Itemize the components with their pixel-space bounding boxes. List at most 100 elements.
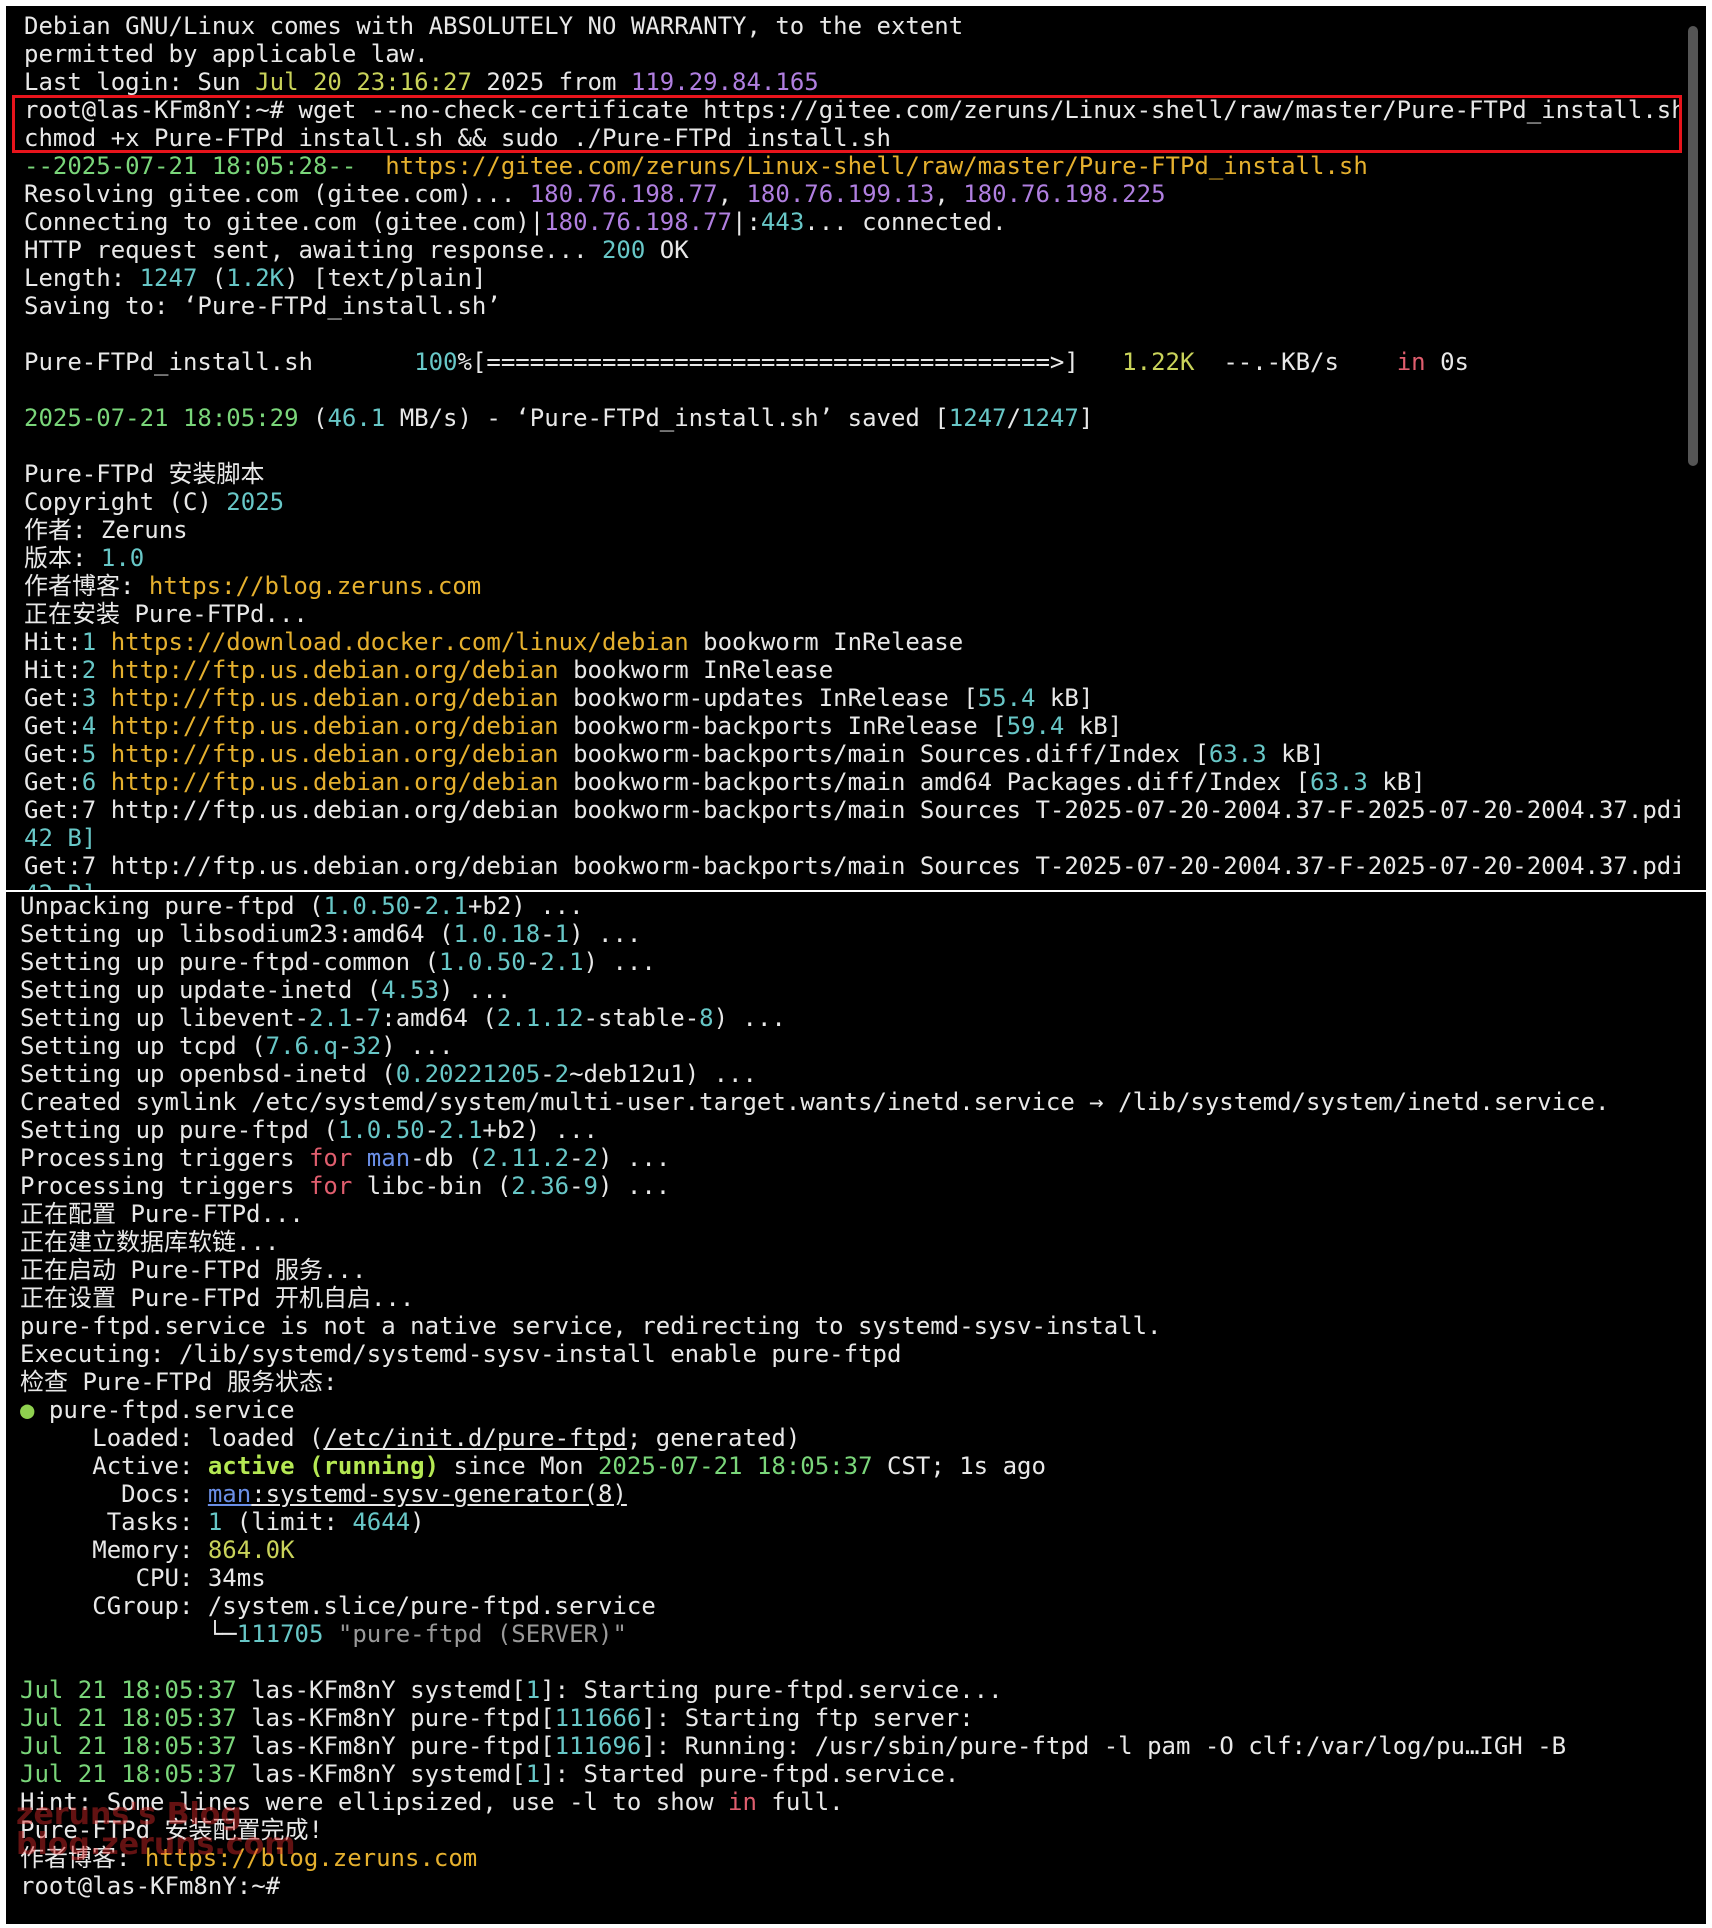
terminal-text: 正在安装 Pure-FTPd... (24, 600, 308, 628)
terminal-line: Debian GNU/Linux comes with ABSOLUTELY N… (24, 12, 1680, 40)
terminal-text: 版本: (24, 544, 101, 572)
terminal-text: 1.22K (1122, 348, 1195, 376)
terminal-text: Setting up update-inetd ( (20, 976, 382, 1004)
terminal-line: Length: 1247 (1.2K) [text/plain] (24, 264, 1680, 292)
terminal-text: in (728, 1788, 757, 1816)
terminal-line: Processing triggers for libc-bin (2.36-9… (20, 1172, 1680, 1200)
terminal-text: 1 (525, 1760, 541, 1788)
terminal-text: Tasks: (20, 1508, 208, 1536)
terminal-text: Jul 21 18:05:37 (20, 1760, 237, 1788)
terminal-line: Hit:2 http://ftp.us.debian.org/debian bo… (24, 656, 1680, 684)
terminal-line: Get:3 http://ftp.us.debian.org/debian bo… (24, 684, 1680, 712)
terminal-text: Pure-FTPd 安装配置完成! (20, 1816, 323, 1844)
terminal-text: /etc/init.d/pure-ftpd (323, 1424, 627, 1452)
terminal-text: 111666 (554, 1704, 642, 1732)
terminal-text: 32 (352, 1032, 382, 1060)
terminal-text: las-KFm8nY pure-ftpd[ (236, 1704, 555, 1732)
terminal-text: las-KFm8nY pure-ftpd[ (236, 1732, 555, 1760)
terminal-text: 7 (366, 1004, 382, 1032)
terminal-text: 作者博客: (24, 572, 149, 600)
terminal-scrollbar[interactable] (1688, 26, 1698, 466)
terminal-text: Copyright (C) (24, 488, 227, 516)
terminal-line: root@las-KFm8nY:~# (20, 1872, 1680, 1900)
terminal-text: --.-KB/s (1194, 348, 1397, 376)
terminal-text: 111696 (554, 1732, 642, 1760)
terminal-text: kB] (1035, 684, 1094, 712)
terminal-text: 2.1 (439, 1116, 483, 1144)
terminal-text: Active: (20, 1452, 208, 1480)
terminal-text: bookworm InRelease (688, 628, 964, 656)
terminal-text: +b2) ... (467, 892, 584, 920)
terminal-text: Get: (24, 768, 82, 796)
terminal-text: 2025 (226, 488, 285, 516)
terminal-text: ]: Starting pure-ftpd.service... (540, 1676, 1003, 1704)
terminal-text: 5 (81, 740, 97, 768)
terminal-text: ) ... (713, 1004, 786, 1032)
terminal-text: 1 (81, 628, 97, 656)
terminal-text: ) ... (583, 948, 656, 976)
terminal-text: 2.11.2 (482, 1144, 570, 1172)
terminal-text: - (410, 892, 425, 920)
terminal-text: kB] (1064, 712, 1123, 740)
terminal-text: Processing triggers (20, 1144, 309, 1172)
terminal-line: Setting up pure-ftpd-common (1.0.50-2.1)… (20, 948, 1680, 976)
terminal-line: Setting up tcpd (7.6.q-32) ... (20, 1032, 1680, 1060)
terminal-text: 1247 (948, 404, 1007, 432)
terminal-text: 6 (81, 768, 97, 796)
terminal-text: - (424, 1116, 440, 1144)
terminal-text: Memory: (20, 1536, 208, 1564)
terminal-line: Setting up libevent-2.1-7:amd64 (2.1.12-… (20, 1004, 1680, 1032)
terminal-text: kB] (1367, 768, 1426, 796)
command-highlight-box (12, 95, 1682, 153)
terminal-text: 1 (525, 1676, 541, 1704)
terminal-text: 9 (583, 1172, 598, 1200)
terminal-text: 180.76.198.77 (529, 180, 718, 208)
terminal-text: 2 (554, 1060, 570, 1088)
terminal-text: 4644 (352, 1508, 411, 1536)
terminal-text: from (558, 68, 617, 96)
terminal-line: Get:4 http://ftp.us.debian.org/debian bo… (24, 712, 1680, 740)
terminal-text: 63.3 (1310, 768, 1368, 796)
terminal-line: pure-ftpd.service is not a native servic… (20, 1312, 1680, 1340)
terminal-text: Processing triggers (20, 1172, 309, 1200)
terminal-line: Tasks: 1 (limit: 4644) (20, 1508, 1680, 1536)
terminal-line: 正在建立数据库软链... (20, 1228, 1680, 1256)
terminal-line: Loaded: loaded (/etc/init.d/pure-ftpd; g… (20, 1424, 1680, 1452)
terminal-line: Created symlink /etc/systemd/system/mult… (20, 1088, 1680, 1116)
terminal-text: - (569, 1144, 584, 1172)
terminal-text: 2025 (471, 68, 559, 96)
terminal-text: for (308, 1144, 353, 1172)
terminal-line: 正在设置 Pure-FTPd 开机自启... (20, 1284, 1680, 1312)
terminal-text: 46.1 (327, 404, 386, 432)
terminal-line: Get:7 http://ftp.us.debian.org/debian bo… (24, 796, 1680, 824)
terminal-text: Pure-FTPd_install.sh (24, 348, 415, 376)
terminal-text: for (308, 1172, 353, 1200)
terminal-text: -stable- (583, 1004, 700, 1032)
terminal-line: 正在启动 Pure-FTPd 服务... (20, 1256, 1680, 1284)
terminal-line: Saving to: ‘Pure-FTPd_install.sh’ (24, 292, 1680, 320)
terminal-text: 1.0.50 (323, 892, 411, 920)
terminal-line: CGroup: /system.slice/pure-ftpd.service (20, 1592, 1680, 1620)
terminal-line: Get:6 http://ftp.us.debian.org/debian bo… (24, 768, 1680, 796)
terminal-text: permitted by applicable law. (24, 40, 429, 68)
terminal-text: pure-ftpd.service (34, 1396, 295, 1424)
terminal-text: bookworm-updates InRelease [ (558, 684, 978, 712)
terminal-text: Setting up libevent- (20, 1004, 309, 1032)
terminal-text: , (934, 180, 964, 208)
terminal-text: man (366, 1144, 411, 1172)
terminal-line: 42 B] (24, 824, 1680, 852)
terminal-text: %[======================================… (457, 348, 1123, 376)
terminal-line: HTTP request sent, awaiting response... … (24, 236, 1680, 264)
terminal-line: Docs: man:systemd-sysv-generator(8) (20, 1480, 1680, 1508)
terminal-text: http://ftp.us.debian.org/debian (110, 740, 559, 768)
terminal-text: ) ... (569, 920, 642, 948)
terminal-text: bookworm InRelease (558, 656, 834, 684)
terminal-text: Saving to: ‘Pure-FTPd_install.sh’ (24, 292, 501, 320)
terminal-text: Hit: (24, 656, 82, 684)
terminal-text: 正在配置 Pure-FTPd... (20, 1200, 304, 1228)
terminal-text: http://ftp.us.debian.org/debian (110, 684, 559, 712)
